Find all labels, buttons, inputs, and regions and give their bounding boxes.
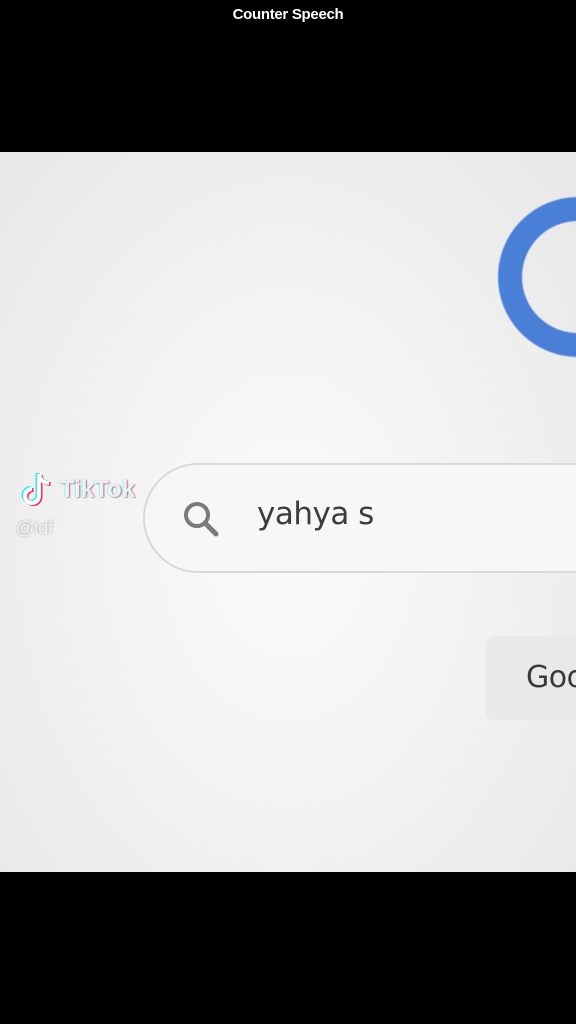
search-input[interactable]: yahya s [143,463,576,573]
google-search-button-label: Goo [526,660,576,695]
tiktok-logo-icon [21,472,51,506]
video-frame: Counter Speech yahya s Goo TikTok @idf [0,0,576,1024]
tiktok-handle: @idf [16,518,54,538]
tiktok-wordmark: TikTok [60,476,136,503]
caption-text: Counter Speech [232,6,344,23]
search-query-text: yahya s [257,496,374,532]
tiktok-watermark: TikTok @idf [16,470,158,540]
google-logo-o-partial [498,197,576,357]
google-search-button[interactable]: Goo [486,636,576,720]
search-icon [184,502,219,537]
